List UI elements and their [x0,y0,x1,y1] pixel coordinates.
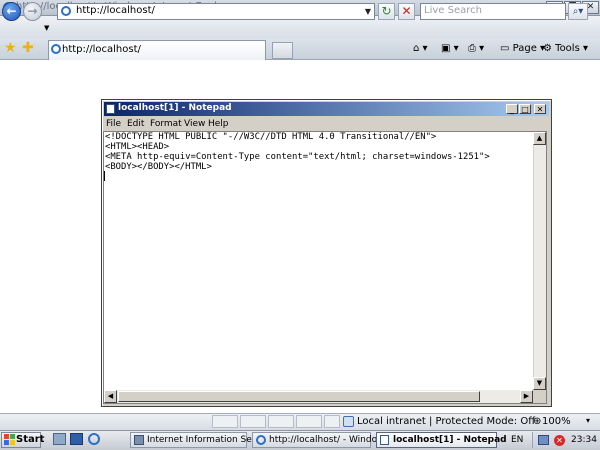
scroll-right-button[interactable]: ▶ [520,390,533,403]
intranet-zone-icon [343,416,354,427]
zoom-dropdown-icon[interactable]: ▾ [586,416,590,425]
scroll-up-button[interactable]: ▲ [533,132,546,145]
status-cell [212,415,238,428]
menu-view[interactable]: View [184,118,205,130]
task-label: localhost[1] - Notepad [393,435,507,445]
language-indicator[interactable]: EN [511,433,523,447]
menu-edit[interactable]: Edit [127,118,144,130]
show-desktop-icon[interactable] [70,433,83,445]
notepad-icon [106,104,115,114]
address-input[interactable]: http://localhost/ [76,5,155,16]
back-button[interactable]: ← [2,2,21,21]
forward-button[interactable]: → [23,2,42,21]
server-manager-icon[interactable] [53,433,66,445]
scroll-left-button[interactable]: ◀ [104,390,117,403]
scroll-down-button[interactable]: ▼ [533,377,546,390]
stop-button[interactable]: ✕ [398,3,415,20]
refresh-button[interactable]: ↻ [378,3,395,20]
search-input[interactable]: Live Search [424,5,482,16]
vertical-scrollbar[interactable] [533,132,546,390]
horizontal-scroll-thumb[interactable] [118,391,480,402]
iis-icon [134,435,144,445]
text-caret [104,171,105,181]
network-icon[interactable] [538,435,549,445]
page-menu-button[interactable]: ▭ Page ▾ [500,42,545,56]
favorites-star-icon[interactable]: ★ [4,41,17,56]
task-label: http://localhost/ - Windo... [269,435,386,445]
tab-page-icon [51,44,61,54]
add-favorites-icon[interactable]: ✚ [22,41,34,56]
zoom-level[interactable]: 100% [542,416,571,427]
recent-pages-dropdown-icon[interactable]: ▼ [44,24,49,32]
ie-task-icon [256,435,266,445]
gear-icon: ⚙ [543,43,556,54]
page-icon-small: ▭ [500,43,513,54]
tools-menu-label: Tools [555,43,580,54]
status-cell [296,415,322,428]
notepad-title: localhost[1] - Notepad [118,103,232,113]
address-dropdown-icon[interactable]: ▼ [362,4,374,19]
feeds-icon[interactable]: ▣ ▾ [441,42,459,56]
menu-format[interactable]: Format [150,118,182,130]
notepad-content[interactable]: <!DOCTYPE HTML PUBLIC "-//W3C//DTD HTML … [105,132,531,390]
clock[interactable]: 23:34 [571,433,597,447]
task-label: Internet Information Ser... [147,435,264,445]
notepad-close-button[interactable]: ✕ [534,104,546,114]
home-icon[interactable]: ⌂ ▾ [413,42,428,56]
notepad-minimize-button[interactable]: _ [506,104,518,114]
tab-label: http://localhost/ [62,44,141,55]
notepad-task-icon [380,435,389,445]
page-menu-label: Page [512,43,537,54]
resize-grip[interactable] [533,390,546,403]
start-label: Start [16,434,45,445]
status-cell [240,415,266,428]
notepad-maximize-button[interactable]: □ [519,104,531,114]
status-cell [268,415,294,428]
zoom-icon[interactable]: ⊕ [533,416,541,427]
ie-quicklaunch-icon[interactable] [88,433,100,445]
page-icon [61,6,71,16]
windows-logo-icon [4,434,15,445]
search-button[interactable]: ⌕▾ [568,3,588,20]
menu-file[interactable]: File [106,118,121,130]
menu-help[interactable]: Help [208,118,229,130]
security-alert-icon[interactable]: ✕ [554,435,565,446]
new-tab-button[interactable] [272,42,293,59]
print-icon[interactable]: ⎙ ▾ [468,42,484,56]
status-cell [324,415,340,428]
security-zone[interactable]: Local intranet | Protected Mode: Off [357,416,535,427]
tools-menu-button[interactable]: ⚙ Tools ▾ [543,42,588,56]
